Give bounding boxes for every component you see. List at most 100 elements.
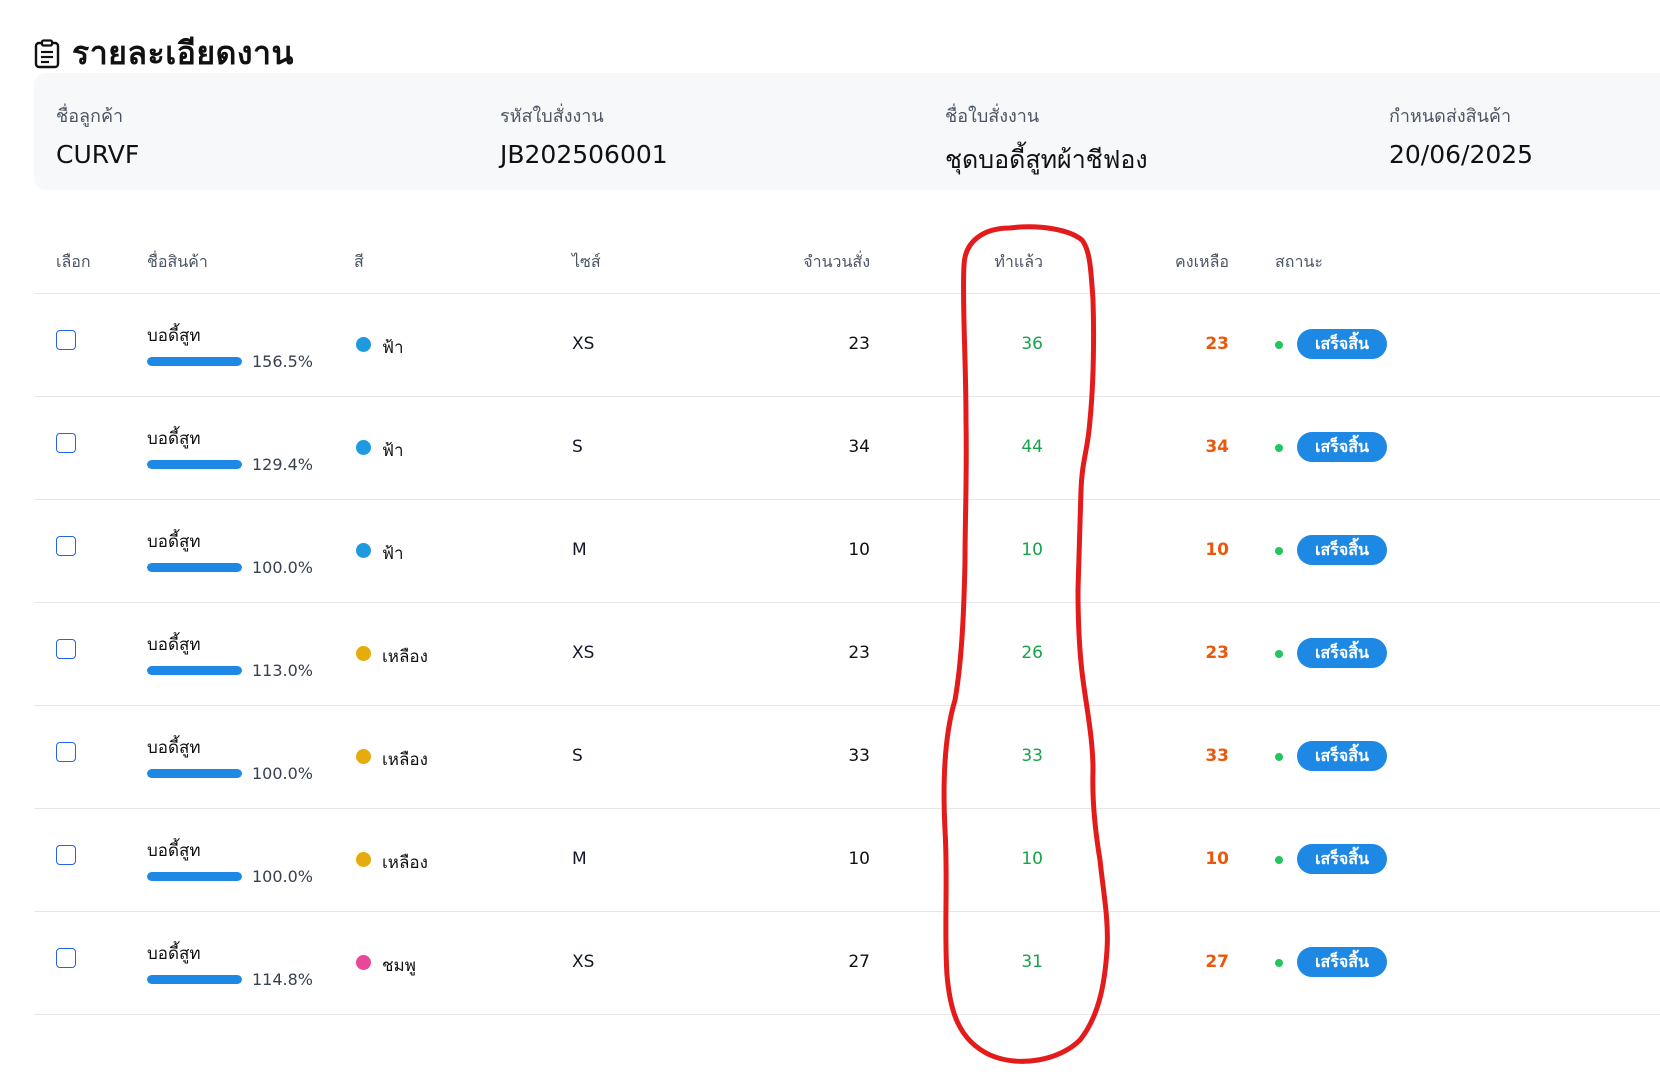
color-swatch [356,749,371,764]
table-header: เลือก ชื่อสินค้า สี ไซส์ จำนวนสั่ง ทำแล้… [34,224,1660,294]
progress-percent: 100.0% [252,867,314,886]
progress-percent: 114.8% [252,970,314,989]
progress-percent: 100.0% [252,558,314,577]
product-name: บอดี้สูท [147,944,201,964]
page-header: รายละเอียดงาน [34,28,294,79]
table-row[interactable]: บอดี้สูท 100.0% เหลือง M 10 10 10 เสร็จสิ้น [34,809,1660,912]
job-code-label: รหัสใบสั่งงาน [500,106,604,127]
job-code-info: รหัสใบสั่งงาน JB202506001 [500,101,668,169]
status-badge[interactable]: เสร็จสิ้น [1297,329,1387,359]
row-select-checkbox[interactable] [56,536,76,556]
ordered-qty: 10 [848,540,870,560]
status-badge[interactable]: เสร็จสิ้น [1297,535,1387,565]
column-header-done[interactable]: ทำแล้ว [943,250,1043,275]
remaining-qty: 27 [1205,952,1229,972]
size-value: S [572,437,583,457]
remaining-qty: 34 [1205,437,1229,457]
table-row[interactable]: บอดี้สูท 100.0% ฟ้า M 10 10 10 เสร็จสิ้น [34,500,1660,603]
done-qty: 44 [1021,437,1043,457]
progress-percent: 156.5% [252,352,314,371]
column-header-color[interactable]: สี [354,250,364,275]
job-name-value: ชุดบอดี้สูทผ้าชีฟอง [945,145,1148,174]
progress-bar [147,357,242,366]
column-header-ordered[interactable]: จำนวนสั่ง [770,250,870,275]
size-value: S [572,746,583,766]
ordered-qty: 34 [848,437,870,457]
table-row[interactable]: บอดี้สูท 113.0% เหลือง XS 23 26 23 เสร็จสิ้น [34,603,1660,706]
clipboard-icon [34,38,60,68]
status-indicator-dot [1275,650,1283,658]
table-row[interactable]: บอดี้สูท 114.8% ชมพู XS 27 31 27 เสร็จสิ้น [34,912,1660,1015]
color-swatch [356,852,371,867]
status-badge[interactable]: เสร็จสิ้น [1297,432,1387,462]
remaining-qty: 10 [1205,540,1229,560]
progress-fill [147,666,242,675]
status-indicator-dot [1275,444,1283,452]
table-row[interactable]: บอดี้สูท 129.4% ฟ้า S 34 44 34 เสร็จสิ้น [34,397,1660,500]
status-indicator-dot [1275,547,1283,555]
due-date-label: กำหนดส่งสินค้า [1389,106,1512,127]
job-name-info: ชื่อใบสั่งงาน ชุดบอดี้สูทผ้าชีฟอง [945,101,1148,180]
status-badge[interactable]: เสร็จสิ้น [1297,741,1387,771]
color-name: เหลือง [382,750,428,770]
done-qty: 31 [1021,952,1043,972]
column-header-product[interactable]: ชื่อสินค้า [147,250,208,275]
column-header-select[interactable]: เลือก [56,250,91,275]
row-select-checkbox[interactable] [56,433,76,453]
progress-percent: 113.0% [252,661,314,680]
job-info-card: ชื่อลูกค้า CURVF รหัสใบสั่งงาน JB2025060… [34,73,1660,190]
due-date-info: กำหนดส่งสินค้า 20/06/2025 [1389,101,1533,169]
remaining-qty: 33 [1205,746,1229,766]
column-header-remaining[interactable]: คงเหลือ [1129,250,1229,275]
color-swatch [356,543,371,558]
progress-bar [147,563,242,572]
progress-bar [147,769,242,778]
color-name: เหลือง [382,647,428,667]
done-qty: 26 [1021,643,1043,663]
ordered-qty: 27 [848,952,870,972]
progress-bar [147,975,242,984]
customer-value: CURVF [56,140,140,169]
table-row[interactable]: บอดี้สูท 100.0% เหลือง S 33 33 33 เสร็จสิ้น [34,706,1660,809]
status-indicator-dot [1275,959,1283,967]
table-row[interactable]: บอดี้สูท 156.5% ฟ้า XS 23 36 23 เสร็จสิ้น [34,294,1660,397]
ordered-qty: 23 [848,334,870,354]
status-badge[interactable]: เสร็จสิ้น [1297,947,1387,977]
row-select-checkbox[interactable] [56,330,76,350]
remaining-qty: 23 [1205,643,1229,663]
column-header-status[interactable]: สถานะ [1275,250,1323,275]
size-value: XS [572,952,595,972]
customer-info: ชื่อลูกค้า CURVF [56,101,139,169]
color-name: ฟ้า [382,338,404,358]
status-badge[interactable]: เสร็จสิ้น [1297,638,1387,668]
remaining-qty: 10 [1205,849,1229,869]
row-select-checkbox[interactable] [56,742,76,762]
product-name: บอดี้สูท [147,532,201,552]
remaining-qty: 23 [1205,334,1229,354]
progress-fill [147,769,242,778]
progress-bar [147,460,242,469]
color-name: ชมพู [382,956,416,976]
job-name-label: ชื่อใบสั่งงาน [945,106,1040,127]
row-select-checkbox[interactable] [56,948,76,968]
progress-bar [147,666,242,675]
row-select-checkbox[interactable] [56,639,76,659]
progress-percent: 100.0% [252,764,314,783]
size-value: M [572,540,587,560]
progress-bar [147,872,242,881]
color-name: ฟ้า [382,441,404,461]
color-name: ฟ้า [382,544,404,564]
status-indicator-dot [1275,856,1283,864]
progress-fill [147,975,242,984]
progress-fill [147,563,242,572]
done-qty: 10 [1021,849,1043,869]
product-name: บอดี้สูท [147,738,201,758]
size-value: XS [572,334,595,354]
status-badge[interactable]: เสร็จสิ้น [1297,844,1387,874]
color-swatch [356,440,371,455]
row-select-checkbox[interactable] [56,845,76,865]
progress-percent: 129.4% [252,455,314,474]
column-header-size[interactable]: ไซส์ [572,250,601,275]
color-swatch [356,646,371,661]
done-qty: 36 [1021,334,1043,354]
